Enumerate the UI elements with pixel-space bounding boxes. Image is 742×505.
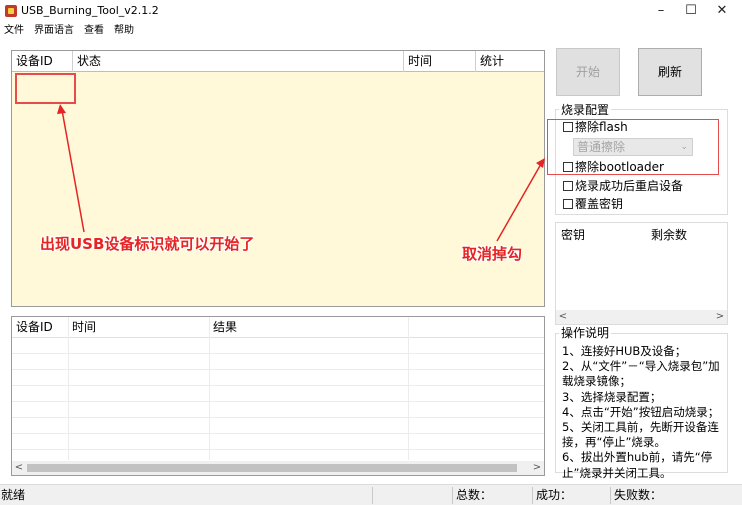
result-list[interactable]: 设备ID 时间 结果 < > (11, 316, 545, 476)
reboot-after-label: 烧录成功后重启设备 (575, 179, 684, 193)
key-horizontal-scrollbar[interactable]: < > (556, 310, 727, 324)
arrow-right-line (496, 163, 542, 242)
arrow-left-head (57, 104, 66, 114)
column-result-device-id[interactable]: 设备ID (12, 317, 68, 338)
checkbox-box[interactable] (563, 181, 573, 191)
scroll-right-icon[interactable]: > (713, 310, 727, 324)
status-bar: 就绪 总数： 成功： 失败数： (0, 484, 742, 505)
instructions-title: 操作说明 (559, 326, 612, 340)
scroll-left-icon[interactable]: < (12, 461, 26, 475)
checkbox-box[interactable] (563, 199, 573, 209)
reboot-after-checkbox[interactable]: 烧录成功后重启设备 (563, 179, 683, 193)
scroll-left-icon[interactable]: < (556, 310, 570, 324)
annotation-left: 出现USB设备标识就可以开始了 (40, 235, 255, 253)
result-horizontal-scrollbar[interactable]: < > (12, 461, 544, 475)
key-list[interactable]: 密钥 剩余数 < > (555, 222, 728, 325)
status-total: 总数： (456, 488, 493, 502)
column-result-time[interactable]: 时间 (68, 317, 209, 338)
overwrite-key-label: 覆盖密钥 (575, 197, 624, 211)
scroll-thumb[interactable] (27, 464, 517, 472)
refresh-button[interactable]: 刷新 (638, 48, 702, 96)
scroll-right-icon[interactable]: > (530, 461, 544, 475)
status-fail: 失败数： (614, 488, 663, 502)
annotation-right: 取消掉勾 (462, 245, 523, 263)
result-list-header: 设备ID 时间 结果 (12, 317, 544, 338)
arrow-right-head (536, 158, 545, 168)
column-remaining: 剩余数 (651, 228, 688, 242)
column-key: 密钥 (561, 228, 586, 242)
arrow-left-line (61, 109, 85, 233)
overwrite-key-checkbox[interactable]: 覆盖密钥 (563, 197, 623, 211)
column-result[interactable]: 结果 (209, 317, 409, 338)
start-button[interactable]: 开始 (556, 48, 620, 96)
status-success: 成功： (536, 488, 573, 502)
burn-config-title: 烧录配置 (559, 103, 612, 117)
status-ready: 就绪 (1, 488, 26, 502)
instructions-text: 1、连接好HUB及设备； 2、从“文件”－“导入烧录包”加载烧录镜像； 3、选择… (562, 344, 720, 480)
config-highlight-box (547, 119, 719, 175)
